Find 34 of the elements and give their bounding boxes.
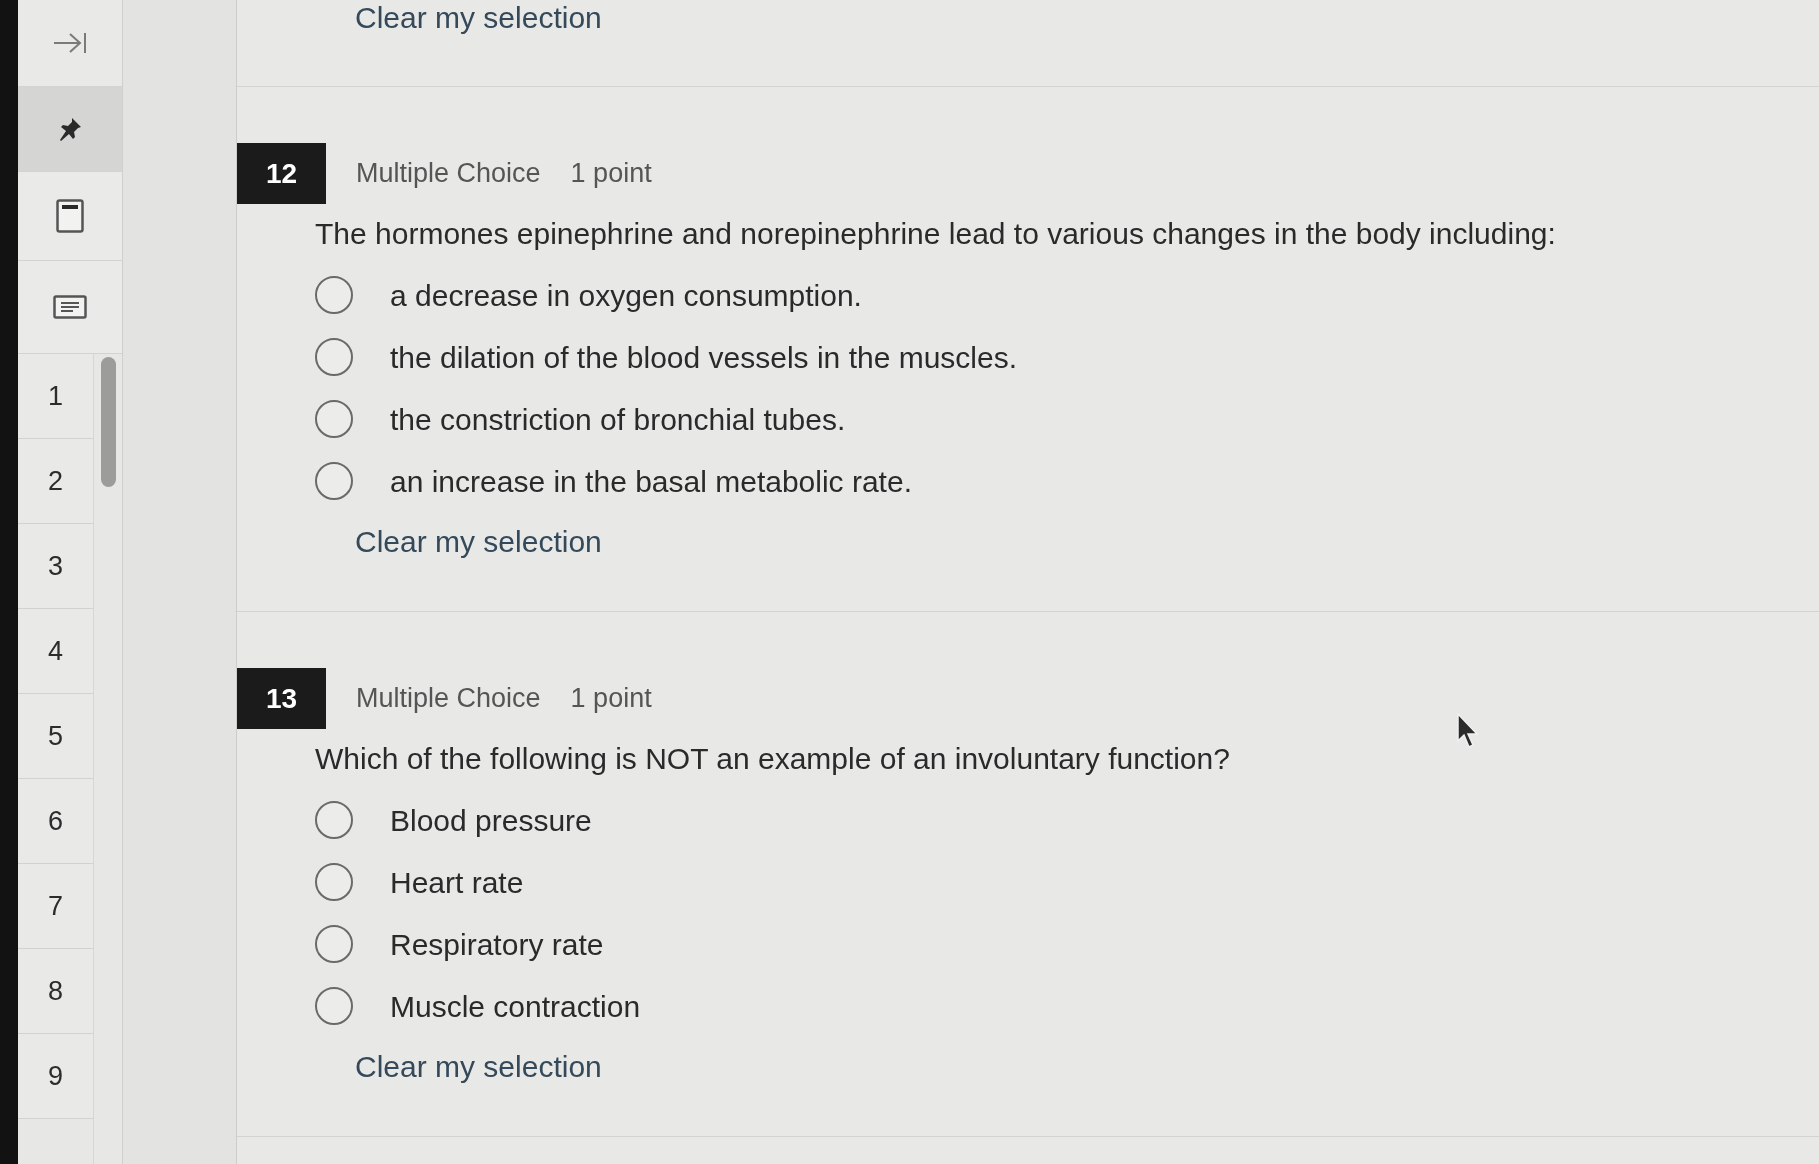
scrollbar-thumb[interactable] [101,357,116,487]
radio-button[interactable] [315,801,353,839]
pin-tool-button[interactable] [18,87,122,172]
radio-button[interactable] [315,400,353,438]
answer-option[interactable]: Blood pressure [390,797,592,843]
question-text: Which of the following is NOT an example of an involuntary function? [315,741,1230,777]
question-type: Multiple Choice [356,157,541,191]
question-type: Multiple Choice [356,682,541,716]
answer-option[interactable]: Heart rate [390,859,524,905]
answer-option[interactable]: Respiratory rate [390,921,604,967]
question-number: 12 [237,143,326,204]
answer-option[interactable]: the constriction of bronchial tubes. [390,396,846,442]
pushpin-icon [58,117,82,141]
radio-button[interactable] [315,925,353,963]
clear-selection-link[interactable]: Clear my selection [355,524,602,560]
question-points: 1 point [570,157,652,191]
clear-selection-link[interactable]: Clear my selection [355,1049,602,1085]
radio-button[interactable] [315,276,353,314]
radio-button[interactable] [315,462,353,500]
answer-option[interactable]: Muscle contraction [390,983,641,1029]
answer-option[interactable]: a decrease in oxygen consumption. [390,272,862,318]
radio-button[interactable] [315,338,353,376]
answer-option[interactable]: the dilation of the blood vessels in the muscles. [390,334,1018,380]
answer-option[interactable]: an increase in the basal metabolic rate. [390,458,912,504]
calculator-icon [56,199,84,233]
note-icon [53,295,87,319]
question-text: The hormones epinephrine and norepinephrine lead to various changes in the body including: [315,216,1556,252]
radio-button[interactable] [315,987,353,1025]
radio-button[interactable] [315,863,353,901]
mouse-pointer-icon [1457,713,1479,749]
question-points: 1 point [570,682,652,716]
clear-selection-link[interactable]: Clear my selection [355,0,602,36]
arrow-to-bar-icon [53,32,87,54]
question-number: 13 [237,668,326,729]
